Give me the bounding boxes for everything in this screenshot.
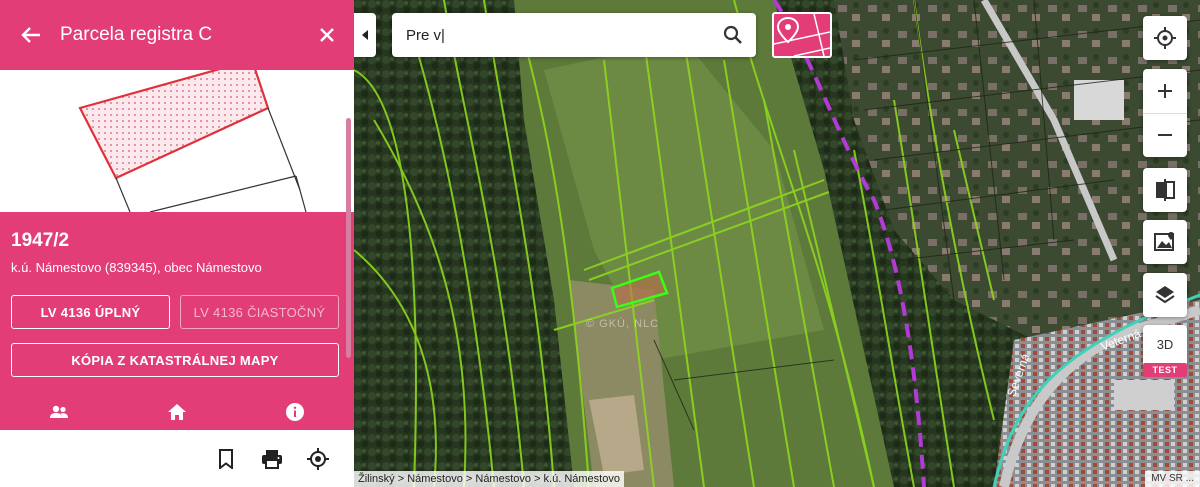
home-icon bbox=[168, 404, 186, 420]
bookmark-icon bbox=[219, 448, 233, 469]
zoom-in-button[interactable] bbox=[1143, 69, 1187, 113]
base-map-button[interactable] bbox=[1143, 220, 1187, 264]
tab-info[interactable] bbox=[236, 394, 354, 430]
collapse-panel-button[interactable] bbox=[354, 13, 376, 57]
panel-title: Parcela registra C bbox=[60, 24, 213, 45]
test-badge: TEST bbox=[1143, 363, 1187, 377]
back-button[interactable] bbox=[18, 22, 44, 48]
bookmark-button[interactable] bbox=[214, 447, 238, 471]
print-button[interactable] bbox=[260, 447, 284, 471]
parcel-shape-preview bbox=[78, 70, 307, 212]
parcel-detail-panel: Parcela registra C 1947/2 k.ú. Námestovo… bbox=[0, 0, 354, 487]
parcel-preview-map[interactable] bbox=[0, 70, 354, 212]
tab-owners[interactable] bbox=[0, 394, 118, 430]
lv-full-button[interactable]: LV 4136 ÚPLNÝ bbox=[11, 295, 170, 329]
search-bar[interactable] bbox=[392, 13, 756, 57]
locate-parcel-button[interactable] bbox=[306, 447, 330, 471]
map-image-icon bbox=[1154, 232, 1174, 251]
compare-icon bbox=[1156, 179, 1175, 201]
map-pin-icon bbox=[774, 14, 830, 56]
map-attribution[interactable]: MV SR ... bbox=[1145, 471, 1200, 487]
layers-icon bbox=[1155, 286, 1175, 304]
target-icon bbox=[307, 447, 329, 470]
plus-icon bbox=[1158, 83, 1172, 98]
tab-parcel[interactable] bbox=[118, 394, 236, 430]
info-icon bbox=[286, 403, 304, 421]
parcel-location: k.ú. Námestovo (839345), obec Námestovo bbox=[11, 260, 262, 275]
map-watermark: © GKÚ, NLC bbox=[586, 318, 660, 330]
lv-partial-button: LV 4136 ČIASTOČNÝ bbox=[180, 295, 339, 329]
map-view[interactable]: © GKÚ, NLC Veterná Severná Pre v| 3D TES… bbox=[354, 0, 1200, 487]
parcel-number: 1947/2 bbox=[11, 230, 70, 251]
zoom-out-button[interactable] bbox=[1143, 113, 1187, 157]
compare-button[interactable] bbox=[1143, 168, 1187, 212]
map-breadcrumb: Žilinský > Námestovo > Námestovo > k.ú. … bbox=[354, 471, 624, 487]
3d-view-button[interactable]: 3D TEST bbox=[1143, 325, 1187, 377]
map-copy-button[interactable]: KÓPIA Z KATASTRÁLNEJ MAPY bbox=[11, 343, 339, 377]
close-icon bbox=[320, 28, 334, 42]
people-icon bbox=[50, 405, 68, 418]
satellite-imagery bbox=[354, 0, 1200, 487]
panel-header: Parcela registra C bbox=[0, 0, 354, 70]
panel-footer bbox=[0, 430, 354, 487]
3d-label: 3D bbox=[1156, 336, 1174, 352]
close-button[interactable] bbox=[314, 22, 340, 48]
minus-icon bbox=[1158, 134, 1172, 137]
parcel-thumbnail-button[interactable] bbox=[772, 12, 832, 58]
search-input[interactable] bbox=[406, 26, 722, 44]
panel-scrollbar[interactable] bbox=[346, 118, 351, 358]
arrow-left-icon bbox=[21, 27, 40, 43]
zoom-controls bbox=[1143, 69, 1187, 157]
crosshair-icon bbox=[1154, 27, 1176, 49]
locate-button[interactable] bbox=[1143, 16, 1187, 60]
print-icon bbox=[262, 449, 282, 469]
chevron-left-icon bbox=[362, 30, 368, 40]
search-icon[interactable] bbox=[722, 24, 744, 46]
layers-button[interactable] bbox=[1143, 273, 1187, 317]
panel-tabs bbox=[0, 394, 354, 430]
